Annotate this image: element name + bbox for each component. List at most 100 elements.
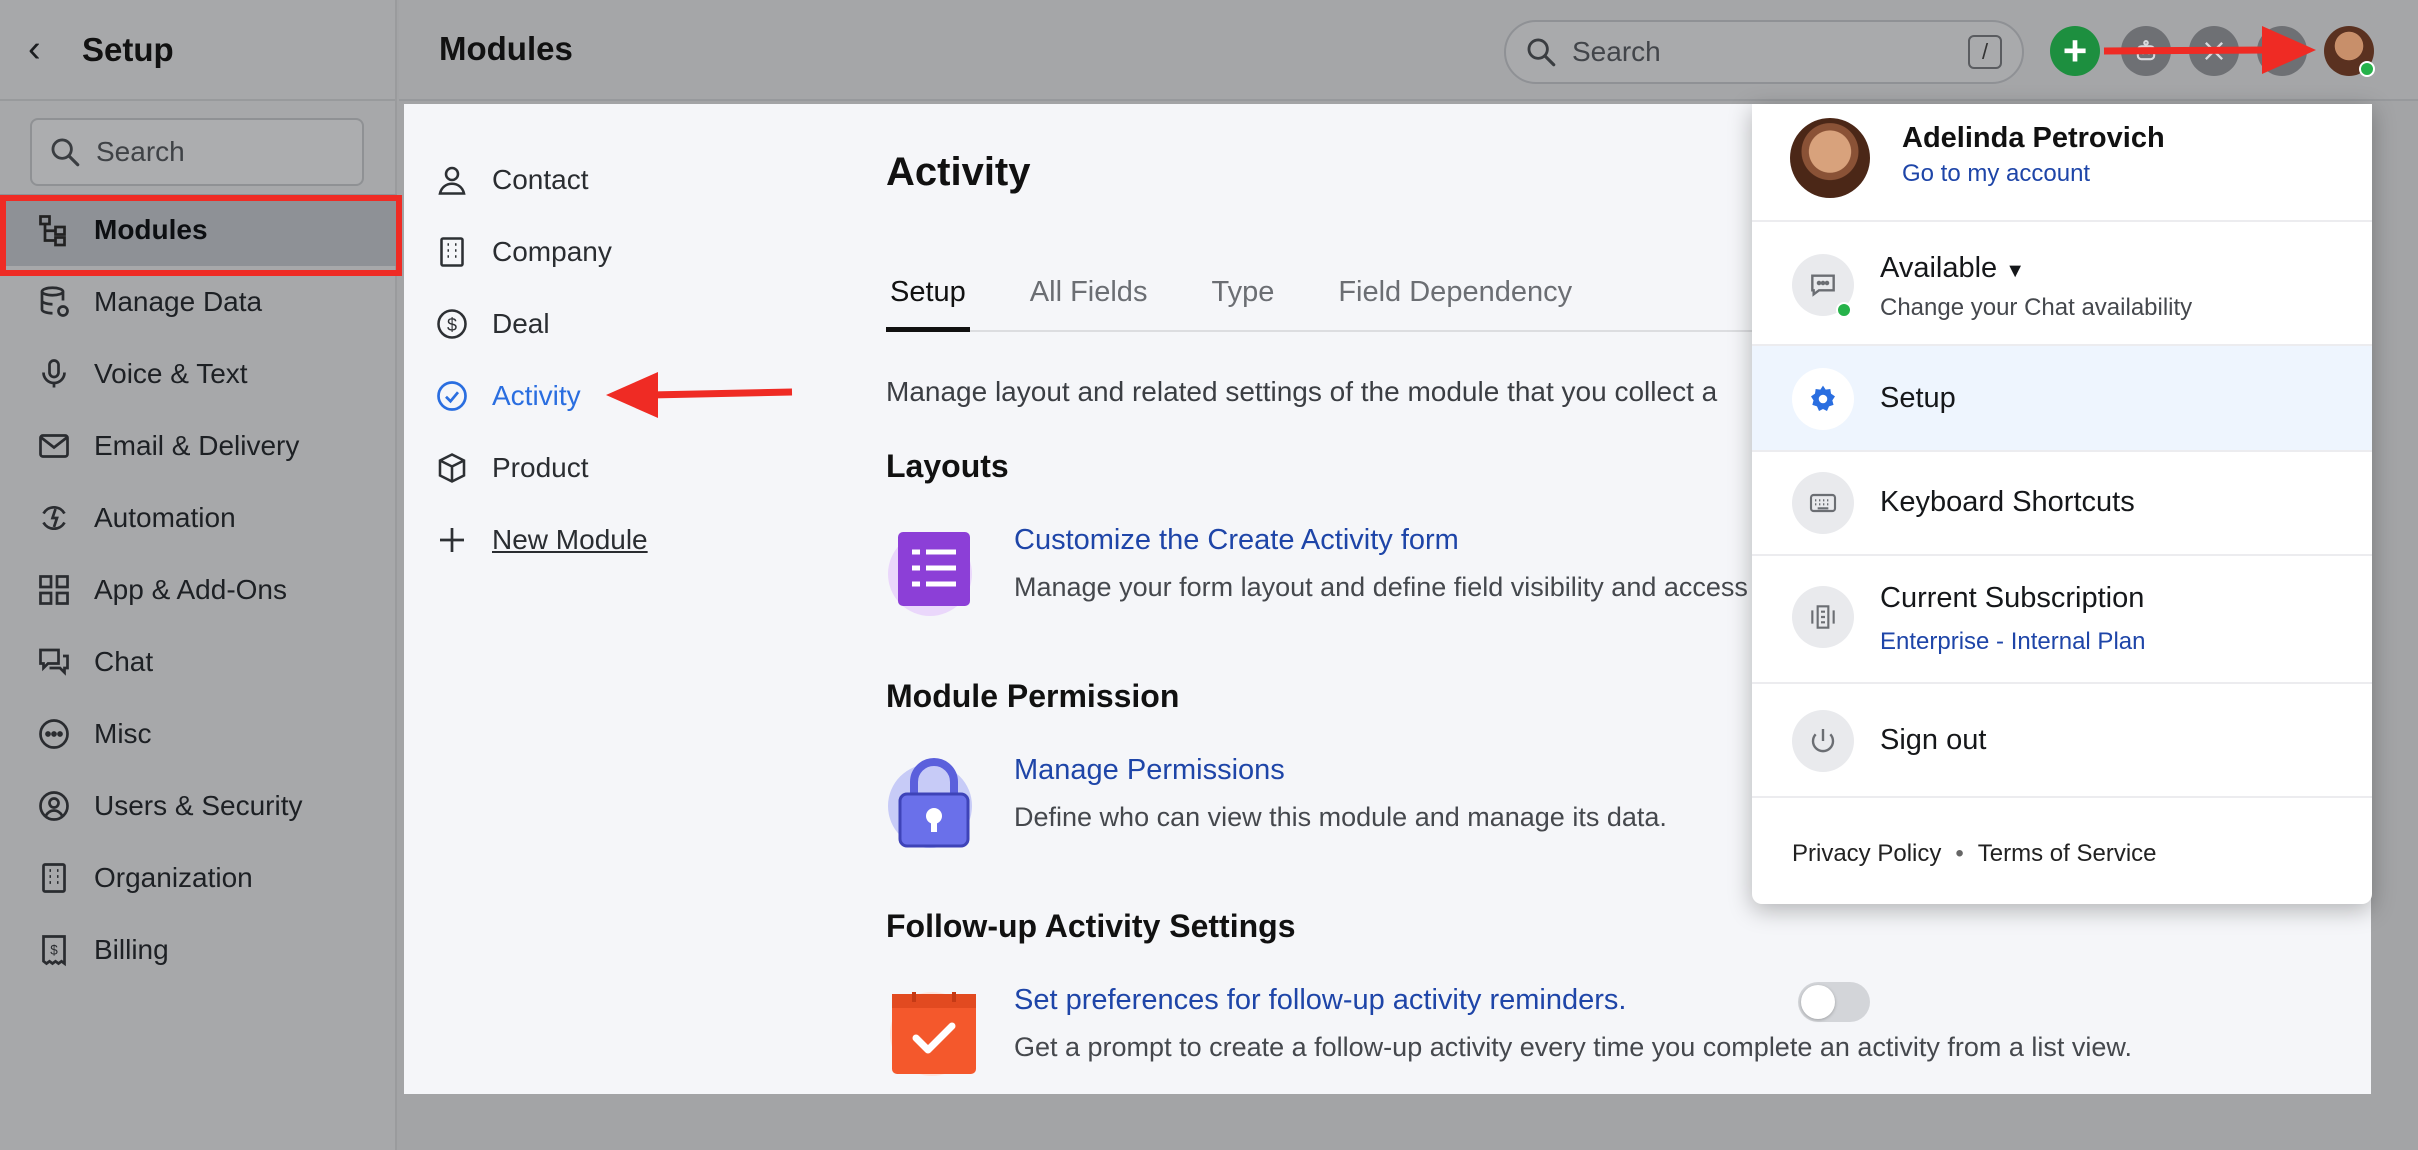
sidebar-search-placeholder: Search [96,136,185,167]
menu-footer: Privacy Policy • Terms of Service [1792,840,2157,868]
menu-item-setup[interactable]: Setup [1752,346,2372,452]
svg-text:$: $ [447,315,457,335]
toggle-knob [1801,985,1835,1019]
menu-item-subscription[interactable]: Current Subscription Enterprise - Intern… [1752,556,2372,684]
sidebar-item-organization[interactable]: Organization [0,842,397,914]
database-icon [40,286,69,317]
box-icon [438,453,466,483]
footer-separator: • [1955,840,1964,867]
chat-icon [39,648,69,676]
followup-setting: Set preferences for follow-up activity r… [886,984,2346,1094]
profile-header: Adelinda Petrovich Go to my account [1752,104,2372,222]
setup-sidebar: ‹ Setup Search Modules Manage Data Voice… [0,0,397,1150]
profile-menu: Adelinda Petrovich Go to my account Avai… [1752,104,2372,904]
sidebar-search-input[interactable]: Search [30,118,364,186]
envelope-icon [39,434,69,458]
subscription-icon [1792,586,1854,648]
availability-subtext: Change your Chat availability [1880,294,2193,321]
module-item-label: Activity [492,380,581,411]
module-item-label: New Module [492,524,648,555]
building-icon [42,863,66,893]
module-item-label: Deal [492,308,550,339]
module-item-label: Company [492,236,612,267]
svg-text:$: $ [50,943,58,958]
go-to-account-link[interactable]: Go to my account [1902,160,2090,188]
caret-down-icon: ▼ [2005,260,2026,282]
permission-heading: Module Permission [886,678,1180,714]
global-search-input[interactable]: Search / [1504,20,2024,84]
annotation-arrow-activity [606,372,793,418]
sidebar-item-label: App & Add-Ons [94,574,288,605]
availability-row[interactable]: Available ▼ Change your Chat availabilit… [1752,222,2372,346]
new-module-link[interactable]: New Module [434,504,834,576]
permission-subtext: Define who can view this module and mana… [1014,802,1667,832]
sidebar-item-email-delivery[interactable]: Email & Delivery [0,410,397,482]
menu-item-label: Keyboard Shortcuts [1880,486,2135,518]
menu-item-keyboard-shortcuts[interactable]: Keyboard Shortcuts [1752,452,2372,556]
user-avatar-button[interactable] [2324,26,2375,77]
sidebar-item-label: Voice & Text [94,358,248,389]
menu-item-sign-out[interactable]: Sign out [1752,684,2372,798]
followup-subtext: Get a prompt to create a follow-up activ… [1014,1032,2132,1062]
menu-item-label: Setup [1880,382,1956,414]
followup-preferences-link[interactable]: Set preferences for follow-up activity r… [1014,984,1626,1017]
customize-form-link[interactable]: Customize the Create Activity form [1014,524,1459,557]
check-circle-icon [437,381,467,411]
user-circle-icon [39,791,69,821]
module-item-deal[interactable]: $ Deal [434,288,834,360]
sidebar-item-misc[interactable]: Misc [0,698,397,770]
sidebar-item-label: Email & Delivery [94,430,300,461]
privacy-policy-link[interactable]: Privacy Policy [1792,840,1941,867]
chevron-left-icon[interactable]: ‹ [28,28,68,71]
sidebar-item-users-security[interactable]: Users & Security [0,770,397,842]
tab-type[interactable]: Type [1207,268,1278,332]
profile-avatar [1790,118,1870,198]
sidebar-item-automation[interactable]: Automation [0,482,397,554]
module-item-company[interactable]: Company [434,216,834,288]
menu-item-label: Sign out [1880,724,1987,756]
plus-icon [440,528,464,552]
sidebar-item-voice-text[interactable]: Voice & Text [0,338,397,410]
terms-of-service-link[interactable]: Terms of Service [1978,840,2157,867]
sidebar-item-label: Billing [94,934,169,965]
sidebar-item-label: Chat [94,646,154,677]
person-icon [438,166,466,195]
sidebar-menu: Modules Manage Data Voice & Text Email &… [0,194,397,986]
profile-name: Adelinda Petrovich [1902,122,2165,154]
availability-label: Available ▼ [1880,252,2026,284]
tab-all-fields[interactable]: All Fields [1026,268,1152,332]
tab-setup[interactable]: Setup [886,268,970,332]
form-layout-icon [888,532,972,616]
sidebar-title: Setup [82,30,174,68]
module-item-label: Contact [492,164,589,195]
sidebar-item-label: Automation [94,502,236,533]
dollar-icon: $ [437,309,467,339]
sidebar-item-billing[interactable]: $ Billing [0,914,397,986]
manage-permissions-link[interactable]: Manage Permissions [1014,754,1285,787]
global-search-placeholder: Search [1572,36,1661,67]
search-shortcut-key: / [1968,35,2002,69]
layouts-heading: Layouts [886,448,1009,484]
sidebar-item-chat[interactable]: Chat [0,626,397,698]
more-icon [39,719,69,749]
sidebar-item-manage-data[interactable]: Manage Data [0,266,397,338]
sidebar-item-label: Organization [94,862,253,893]
plus-icon: + [2062,27,2088,74]
receipt-icon: $ [42,935,66,967]
module-item-contact[interactable]: Contact [434,144,834,216]
annotation-arrow-avatar [2103,26,2316,74]
power-icon [1792,710,1854,772]
module-title: Activity [886,150,1031,194]
available-status-dot [1836,302,1852,318]
subscription-plan-link[interactable]: Enterprise - Internal Plan [1880,628,2145,656]
add-button[interactable]: + [2050,26,2100,76]
tab-field-dependency[interactable]: Field Dependency [1334,268,1576,332]
followup-toggle[interactable] [1798,982,1870,1022]
modules-highlight-box [0,195,402,276]
online-status-dot [2359,61,2375,77]
module-item-product[interactable]: Product [434,432,834,504]
search-icon [51,138,80,167]
layouts-subtext: Manage your form layout and define field… [1014,572,1748,602]
sidebar-item-app-addons[interactable]: App & Add-Ons [0,554,397,626]
lock-icon [888,758,972,848]
